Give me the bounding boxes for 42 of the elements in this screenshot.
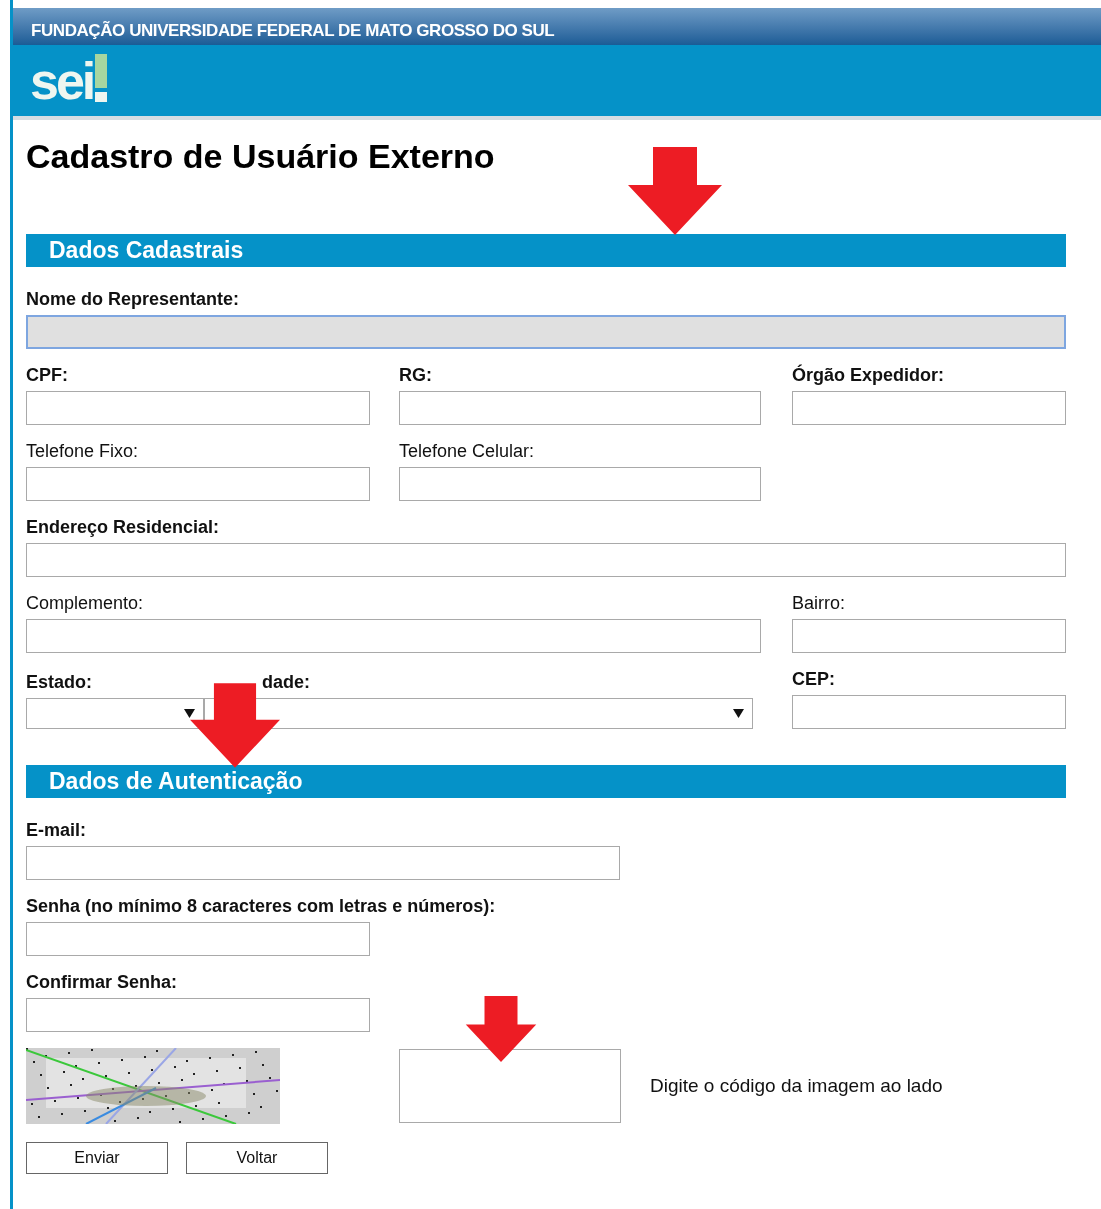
form-button[interactable]: Enviar <box>26 1142 168 1174</box>
field-label: Estado: <box>26 671 92 693</box>
arrow-icon <box>628 147 722 235</box>
dropdown-caret-icon <box>733 709 744 718</box>
form-button[interactable]: Voltar <box>186 1142 328 1174</box>
field-label: Senha (no mínimo 8 caracteres com letras e números): <box>26 895 496 917</box>
logo: sei <box>30 54 94 107</box>
input-field[interactable] <box>399 391 761 425</box>
dropdown-caret-icon <box>184 709 195 718</box>
field-label: dade: <box>261 671 310 693</box>
input-field[interactable] <box>792 391 1066 425</box>
field-label: Confirmar Senha: <box>26 971 178 993</box>
input-field[interactable] <box>26 467 370 501</box>
field-label: Endereço Residencial: <box>26 516 220 538</box>
field-label: E-mail: <box>26 819 86 841</box>
field-label: Bairro: <box>792 592 845 614</box>
input-field[interactable] <box>399 467 761 501</box>
organization-name: FUNDAÇÃO UNIVERSIDADE FEDERAL DE MATO GROSSO DO SUL <box>31 19 555 42</box>
field-label: Telefone Celular: <box>399 440 535 462</box>
field-label: CEP: <box>792 668 835 690</box>
input-field[interactable] <box>792 619 1066 653</box>
input-field[interactable] <box>26 391 370 425</box>
field-label: Nome do Representante: <box>26 288 240 310</box>
logo-mark-icon <box>95 53 108 102</box>
page-title: Cadastro de Usuário Externo <box>26 136 496 177</box>
input-field[interactable] <box>26 922 370 956</box>
field-label: RG: <box>399 364 432 386</box>
input-field[interactable] <box>26 619 761 653</box>
captcha-input[interactable] <box>399 1049 621 1123</box>
input-field[interactable] <box>792 695 1066 729</box>
field-label: CPF: <box>26 364 68 386</box>
field-label: Telefone Fixo: <box>26 440 139 462</box>
dropdown-field[interactable] <box>26 698 204 729</box>
field-label: Órgão Expedidor: <box>792 364 944 386</box>
dropdown-field[interactable] <box>204 698 753 729</box>
input-field[interactable] <box>26 543 1066 577</box>
input-field[interactable] <box>26 846 620 880</box>
captcha-hint: Digite o código da imagem ao lado <box>650 1073 943 1098</box>
section-title: Dados Cadastrais <box>49 236 244 266</box>
input-field[interactable] <box>26 998 370 1032</box>
field-label: Complemento: <box>26 592 144 614</box>
section-title: Dados de Autenticação <box>49 767 303 797</box>
